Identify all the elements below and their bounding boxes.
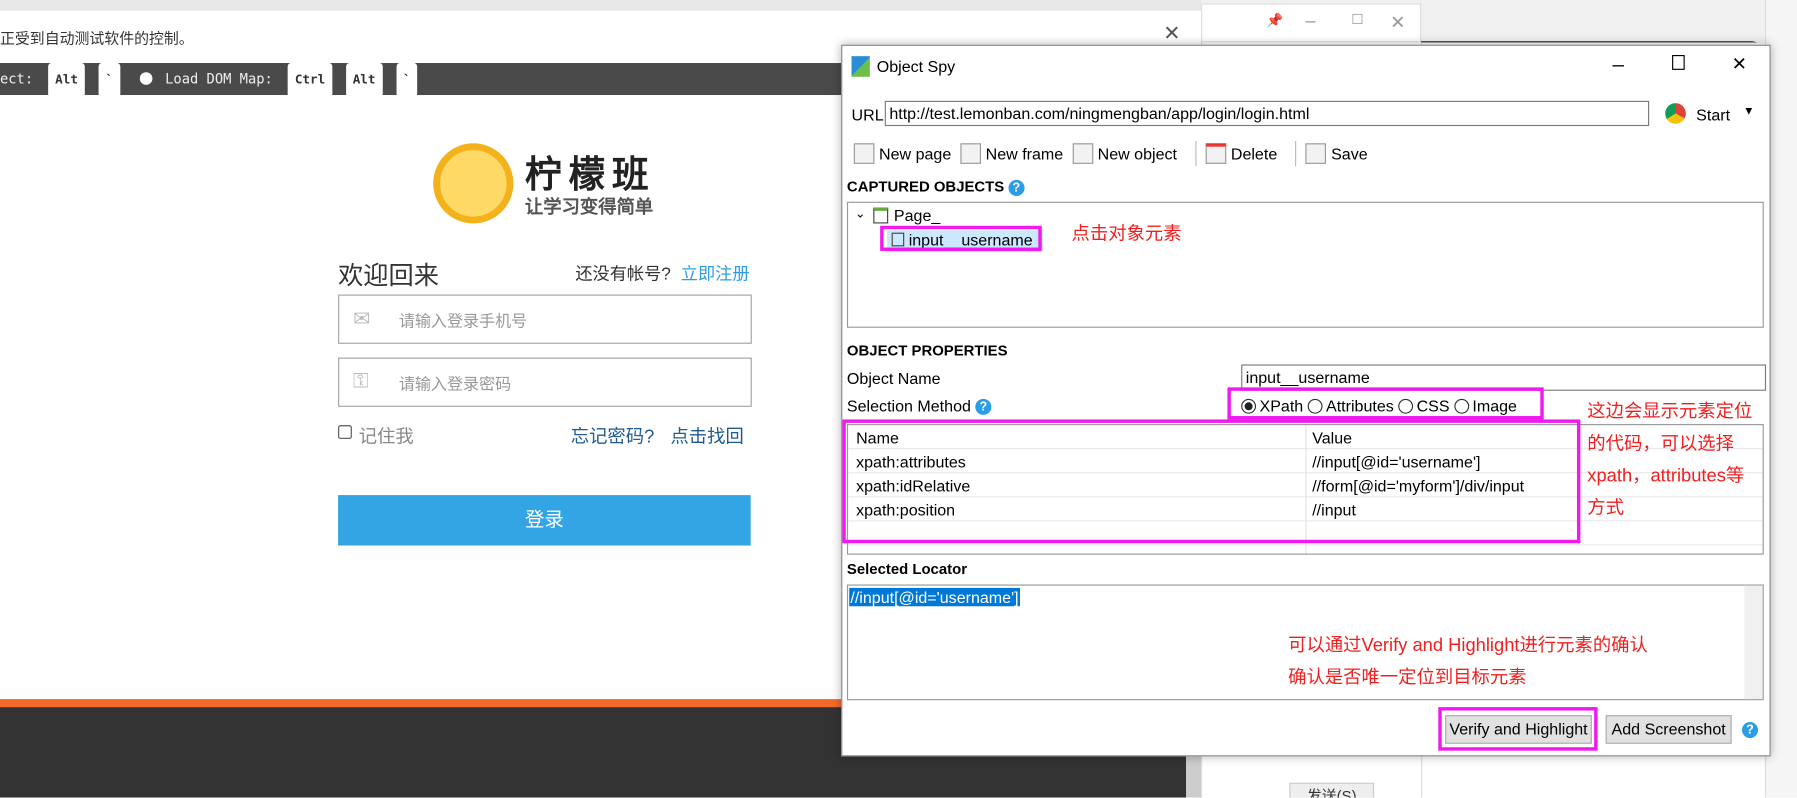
recover-link[interactable]: 点击找回 (670, 421, 743, 449)
minimize-icon[interactable]: – (1612, 53, 1623, 77)
login-button[interactable]: 登录 (338, 495, 751, 546)
dropdown-arrow-icon[interactable]: ▼ (1743, 105, 1754, 118)
browser-tabstrip (0, 0, 1202, 10)
key-backtick: ` (396, 63, 418, 98)
trash-icon (1205, 143, 1227, 164)
toolbar-separator (1295, 140, 1297, 167)
chevron-down-icon[interactable]: ⌄ (855, 206, 866, 221)
key-icon: ⚿ (352, 369, 369, 392)
key-alt: Alt (48, 63, 85, 98)
scrollbar[interactable] (1744, 585, 1763, 700)
highlight-box-table (842, 419, 1581, 544)
help-icon[interactable]: ? (1008, 179, 1025, 196)
infobar-close-icon[interactable]: ✕ (1163, 22, 1180, 46)
mail-icon: ✉ (352, 307, 371, 331)
forgot-password-text: 忘记密码? (570, 427, 655, 447)
object-name-label: Object Name (846, 369, 941, 388)
key-backtick: ` (98, 63, 120, 98)
url-input[interactable]: http://test.lemonban.com/ningmengban/app… (884, 100, 1650, 127)
pin-icon[interactable]: 📌 (1266, 13, 1283, 29)
captured-objects-tree: ⌄ Page_ input__username (846, 201, 1764, 328)
note-line: xpath，attributes等 (1587, 466, 1745, 486)
register-link[interactable]: 立即注册 (681, 261, 750, 285)
selected-locator-heading: Selected Locator (846, 560, 967, 578)
annotation-locator-note: 这边会显示元素定位 的代码，可以选择 xpath，attributes等 方式 (1587, 397, 1752, 525)
new-page-label: New page (879, 144, 952, 163)
highlight-box-radios (1227, 387, 1544, 420)
new-frame-icon (960, 143, 982, 164)
chrome-icon (1665, 103, 1686, 124)
new-object-label: New object (1097, 144, 1177, 163)
new-frame-label: New frame (985, 144, 1064, 163)
selection-method-label: Selection Method (846, 396, 971, 415)
note-line: 可以通过Verify and Highlight进行元素的确认 (1288, 636, 1648, 656)
logo-title: 柠檬班 (524, 153, 656, 195)
dialog-titlebar: Object Spy – ✕ (842, 46, 1769, 87)
katalon-logo-icon (851, 56, 870, 77)
new-page-button[interactable]: New page (853, 143, 952, 164)
annotation-click-object: 点击对象元素 (1071, 224, 1182, 245)
captured-objects-title: CAPTURED OBJECTS (846, 177, 1005, 195)
close-icon[interactable]: ✕ (1732, 53, 1747, 76)
page-icon (873, 207, 889, 224)
selection-method-row: Selection Method ? (846, 396, 992, 416)
remember-label: 记住我 (358, 427, 414, 447)
save-icon (1305, 143, 1327, 164)
toolbar: New page New frame New object Delete Sav… (853, 140, 1377, 168)
toolbar-separator (1195, 140, 1197, 167)
infobar-text: 正受到自动测试软件的控制。 (0, 29, 194, 47)
dom-map-label: Load DOM Map: (165, 71, 273, 88)
radio-icon[interactable] (139, 72, 153, 85)
key-alt: Alt (345, 63, 383, 98)
minimize-icon[interactable]: – (1305, 11, 1315, 32)
object-properties-heading: OBJECT PROPERTIES (846, 341, 1008, 359)
key-ctrl: Ctrl (287, 63, 333, 98)
highlight-box-verify (1438, 707, 1598, 751)
dialog-title: Object Spy (876, 57, 956, 76)
new-object-button[interactable]: New object (1072, 143, 1177, 164)
note-line: 这边会显示元素定位 (1587, 402, 1753, 422)
new-frame-button[interactable]: New frame (960, 143, 1063, 164)
send-button[interactable]: 发送(S) (1289, 782, 1375, 798)
highlight-box-tree-item (880, 225, 1042, 251)
url-label: URL (851, 105, 884, 124)
maximize-icon[interactable] (1672, 55, 1685, 70)
tree-page-item[interactable]: Page_ (894, 206, 940, 224)
bg-titlebar: 📌 – ☐ ✕ (1201, 3, 1422, 43)
remember-checkbox[interactable] (338, 425, 352, 439)
add-screenshot-button[interactable]: Add Screenshot (1605, 715, 1732, 744)
password-placeholder: 请输入登录密码 (398, 374, 512, 394)
close-icon[interactable]: ✕ (1390, 11, 1405, 34)
save-button[interactable]: Save (1305, 143, 1368, 164)
help-icon[interactable]: ? (1741, 722, 1759, 739)
screen: 正受到自动测试软件的控制。 ✕ ect: Alt ` Load DOM Map: … (0, 0, 1797, 798)
annotation-verify-note: 可以通过Verify and Highlight进行元素的确认 确认是否唯一定位… (1288, 630, 1648, 694)
select-label: ect: (0, 71, 34, 88)
maximize-icon[interactable]: ☐ (1351, 11, 1363, 27)
delete-button[interactable]: Delete (1205, 143, 1278, 164)
save-label: Save (1331, 144, 1368, 163)
new-page-icon (853, 143, 875, 164)
new-object-icon (1072, 143, 1094, 164)
no-account-text: 还没有帐号? (575, 264, 671, 285)
phone-input[interactable]: ✉ 请输入登录手机号 (338, 294, 752, 344)
selected-locator-text: //input[@id='username'] (849, 587, 1020, 607)
delete-label: Delete (1230, 144, 1278, 163)
start-button[interactable]: Start (1696, 105, 1730, 123)
phone-placeholder: 请输入登录手机号 (398, 311, 528, 331)
help-icon[interactable]: ? (975, 399, 992, 416)
captured-objects-heading: CAPTURED OBJECTS ? (846, 177, 1025, 196)
welcome-heading: 欢迎回来 (338, 261, 439, 290)
lemon-logo-icon (433, 143, 514, 224)
note-line: 的代码，可以选择 (1587, 434, 1734, 454)
note-line: 确认是否唯一定位到目标元素 (1288, 668, 1527, 688)
note-line: 方式 (1587, 498, 1624, 519)
password-input[interactable]: ⚿ 请输入登录密码 (338, 357, 752, 407)
logo-slogan: 让学习变得简单 (524, 198, 654, 218)
